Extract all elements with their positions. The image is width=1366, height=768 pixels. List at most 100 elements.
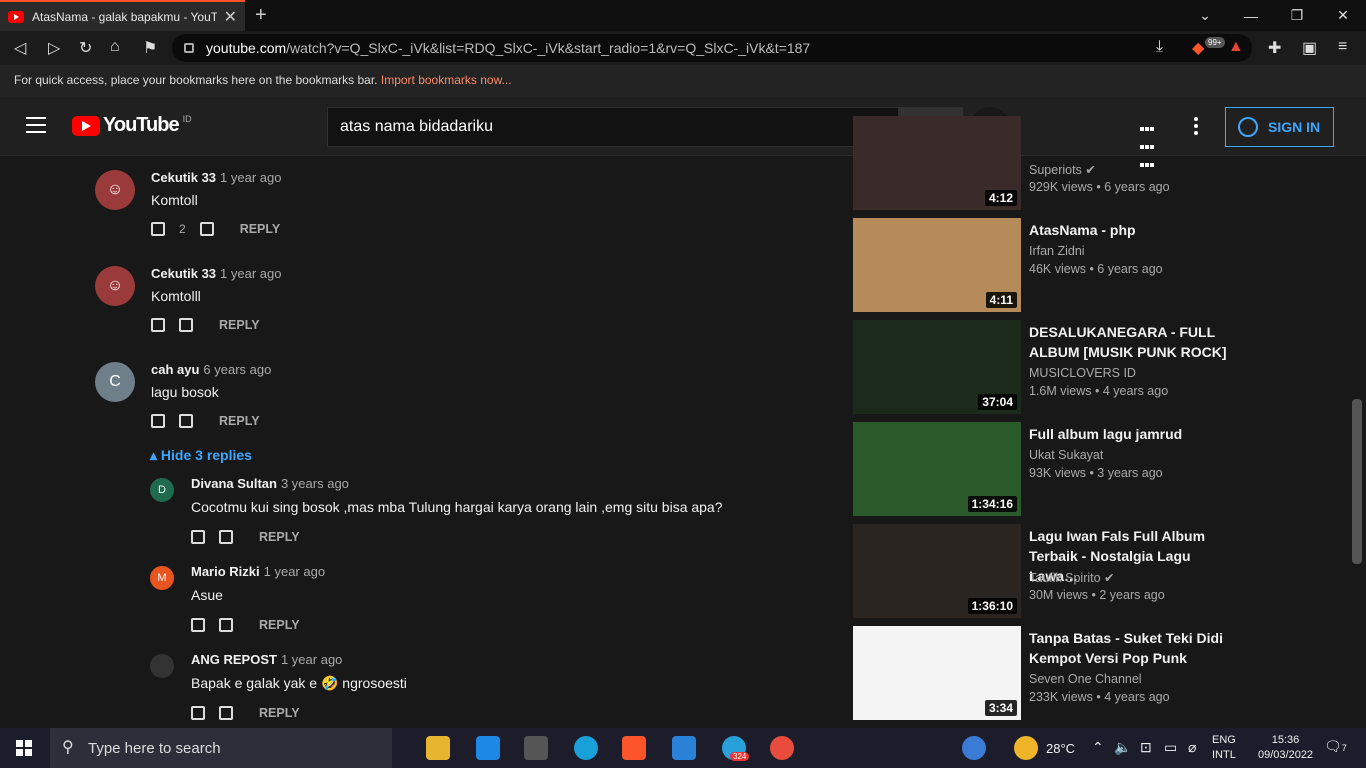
reply-time[interactable]: 1 year ago [281,652,342,667]
channel-name[interactable]: Irfan Zidni [1029,244,1085,258]
new-tab-button[interactable]: + [255,4,267,27]
avatar[interactable]: M [150,566,174,590]
taskbar-search-input[interactable]: ⚲ Type here to search [50,728,392,768]
reply-time[interactable]: 3 years ago [281,476,349,491]
video-thumbnail[interactable]: 4:12 [853,116,1021,210]
display-icon[interactable]: ▭ [1164,739,1177,756]
reply-button[interactable]: REPLY [219,318,260,332]
sign-in-button[interactable]: SIGN IN [1225,107,1334,147]
video-thumbnail[interactable]: 1:34:16 [853,422,1021,516]
related-video[interactable]: 1:34:16 Full album lagu jamrud Ukat Suka… [853,422,1253,516]
close-window-button[interactable]: ✕ [1320,0,1366,31]
browser-tab[interactable]: AtasNama - galak bapakmu - YouTube ✕ [0,0,245,31]
chevron-up-icon[interactable]: ⌃ [1092,739,1104,756]
edge-icon[interactable] [574,736,598,760]
channel-name[interactable]: Seven One Channel [1029,672,1142,686]
video-thumbnail[interactable]: 37:04 [853,320,1021,414]
dislike-icon[interactable] [219,530,233,544]
reply-button[interactable]: REPLY [259,706,300,720]
tab-search-chevron-icon[interactable]: ⌄ [1182,0,1228,31]
temperature[interactable]: 28°C [1046,741,1075,756]
page-scrollbar[interactable] [1352,399,1362,564]
reply-button[interactable]: REPLY [240,222,281,236]
avatar[interactable]: ☺ [95,170,135,210]
video-title[interactable]: Full album lagu jamrud [1029,424,1234,444]
close-tab-icon[interactable]: ✕ [224,7,237,27]
youtube-logo[interactable]: YouTube ID [72,114,192,137]
avatar[interactable]: D [150,478,174,502]
comment-author[interactable]: cah ayu [151,362,199,377]
video-title[interactable]: DESALUKANEGARA - FULL ALBUM [MUSIK PUNK … [1029,322,1234,362]
store-icon[interactable] [524,736,548,760]
reload-icon[interactable]: ↻ [79,38,92,58]
related-video[interactable]: 4:11 AtasNama - php Irfan Zidni 46K view… [853,218,1253,312]
address-bar[interactable]: youtube.com/watch?v=Q_SlxC-_iVk&list=RDQ… [172,34,1252,62]
dislike-icon[interactable] [179,414,193,428]
brave-browser-icon[interactable] [622,736,646,760]
reply-author[interactable]: Mario Rizki [191,564,260,579]
reply-author[interactable]: ANG REPOST [191,652,277,667]
menu-icon[interactable] [26,117,46,138]
volume-icon[interactable]: 🔈 [1114,739,1131,756]
hide-replies-button[interactable]: ▴ Hide 3 replies [150,447,252,464]
brave-rewards-icon[interactable]: ▲ [1228,38,1244,56]
extensions-icon[interactable]: ✚ [1268,38,1281,58]
channel-name[interactable]: Ukat Sukayat [1029,448,1103,462]
comment-time[interactable]: 1 year ago [220,266,281,281]
reply-button[interactable]: REPLY [259,530,300,544]
avatar[interactable] [150,654,174,678]
like-icon[interactable] [191,530,205,544]
wallet-icon[interactable]: ▣ [1302,38,1317,58]
clock[interactable]: 15:36 09/03/2022 [1258,733,1313,763]
back-icon[interactable]: ◁ [14,38,26,58]
video-title[interactable]: Tanpa Batas - Suket Teki Didi Kempot Ver… [1029,628,1234,668]
mail-icon[interactable] [476,736,500,760]
related-video[interactable]: 1:36:10 Lagu Iwan Fals Full Album Terbai… [853,524,1253,618]
browser-menu-icon[interactable]: ≡ [1338,38,1347,56]
video-thumbnail[interactable]: 4:11 [853,218,1021,312]
bookmark-icon[interactable]: ⚑ [143,38,157,58]
comment-time[interactable]: 6 years ago [203,362,271,377]
brave-shield-icon[interactable]: ◆ [1192,38,1204,58]
channel-name[interactable]: MUSICLOVERS ID [1029,366,1136,380]
related-video[interactable]: 37:04 DESALUKANEGARA - FULL ALBUM [MUSIK… [853,320,1253,414]
dislike-icon[interactable] [219,618,233,632]
minimize-button[interactable]: — [1228,0,1274,31]
file-explorer-icon[interactable] [426,736,450,760]
reply-time[interactable]: 1 year ago [264,564,325,579]
more-options-icon[interactable] [1194,117,1198,138]
install-icon[interactable]: ⤓ [1156,38,1163,56]
like-icon[interactable] [191,618,205,632]
comment-author[interactable]: Cekutik 33 [151,266,216,281]
wifi-off-icon[interactable]: ⌀ [1188,739,1196,756]
forward-icon[interactable]: ▷ [48,38,60,58]
reply-author[interactable]: Divana Sultan [191,476,277,491]
language-indicator[interactable]: ENG INTL [1212,733,1236,763]
chrome-icon[interactable] [770,736,794,760]
dislike-icon[interactable] [219,706,233,720]
avatar[interactable]: ☺ [95,266,135,306]
like-icon[interactable] [151,222,165,236]
related-video[interactable]: 3:34 Tanpa Batas - Suket Teki Didi Kempo… [853,626,1253,720]
like-icon[interactable] [151,318,165,332]
maximize-button[interactable]: ❐ [1274,0,1320,31]
related-video[interactable]: 4:12 Superiots ✔ 929K views • 6 years ag… [853,116,1253,210]
windows-start-icon[interactable] [16,740,32,756]
video-thumbnail[interactable]: 3:34 [853,626,1021,720]
search-input[interactable]: atas nama bidadariku ✕ [327,107,899,147]
import-bookmarks-link[interactable]: Import bookmarks now... [381,73,512,87]
help-icon[interactable] [962,736,986,760]
reply-button[interactable]: REPLY [259,618,300,632]
weather-icon[interactable] [1014,736,1038,760]
comment-author[interactable]: Cekutik 33 [151,170,216,185]
like-icon[interactable] [191,706,205,720]
like-icon[interactable] [151,414,165,428]
channel-name[interactable]: Superiots ✔ [1029,162,1096,177]
video-title[interactable]: AtasNama - php [1029,220,1234,240]
dislike-icon[interactable] [199,222,214,236]
vscode-icon[interactable] [672,736,696,760]
comment-time[interactable]: 1 year ago [220,170,281,185]
video-thumbnail[interactable]: 1:36:10 [853,524,1021,618]
network-icon[interactable]: ⊡ [1140,739,1152,756]
dislike-icon[interactable] [179,318,193,332]
